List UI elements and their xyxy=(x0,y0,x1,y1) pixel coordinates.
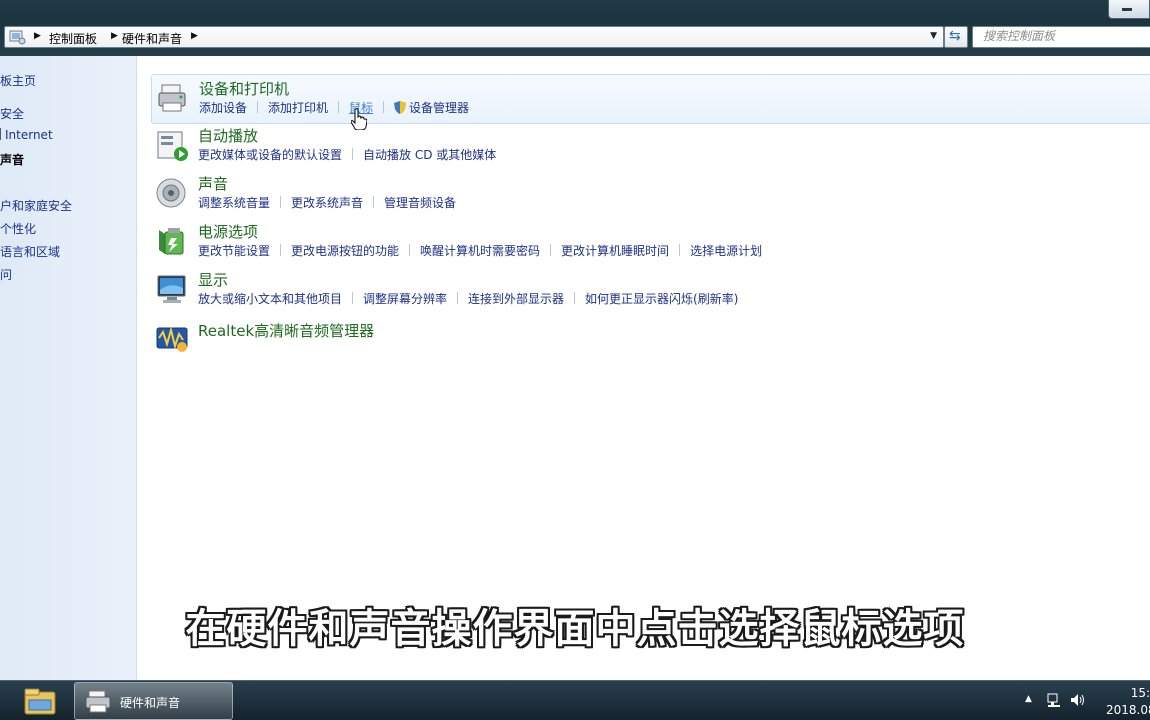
explorer-icon[interactable] xyxy=(20,683,60,719)
category-title-devices-printers[interactable]: 设备和打印机 xyxy=(199,78,289,99)
hand-cursor-icon xyxy=(351,108,367,130)
crumb-arrow-icon[interactable]: ▶ xyxy=(111,31,118,41)
clock-time: 15: xyxy=(1130,686,1150,700)
refresh-icon: ⇆ xyxy=(949,28,961,44)
realtek-audio-icon xyxy=(156,326,188,352)
link-adjust-resolution[interactable]: 调整屏幕分辨率 xyxy=(363,292,447,306)
category-title-display[interactable]: 显示 xyxy=(198,269,228,290)
refresh-button[interactable]: ⇆ xyxy=(944,26,968,48)
category-sound: 声音 调整系统音量 更改系统声音 管理音频设备 xyxy=(151,170,1150,218)
category-display: 显示 放大或缩小文本和其他项目 调整屏幕分辨率 连接到外部显示器 如何更正显示器闪烁(… xyxy=(151,266,1150,314)
link-fix-monitor-flicker[interactable]: 如何更正显示器闪烁(刷新率) xyxy=(585,292,738,306)
window-frame-top: ▶ 控制面板 ▶ 硬件和声音 ▶ ▼ ⇆ xyxy=(0,0,1150,56)
sidebar-item-region[interactable]: 语言和区域 xyxy=(0,243,60,260)
breadcrumb-hardware-sound[interactable]: 硬件和声音 xyxy=(122,30,182,47)
divider xyxy=(550,244,552,256)
divider xyxy=(373,196,375,208)
search-input[interactable] xyxy=(973,27,1143,45)
category-power-options: 电源选项 更改节能设置 更改电源按钮的功能 唤醒计算机时需要密码 更改计算机睡眠时间 选… xyxy=(151,218,1150,266)
taskbar-item-label: 硬件和声音 xyxy=(120,696,181,710)
sidebar-item-personalization[interactable]: 个性化 xyxy=(0,220,36,237)
link-change-sleep-time[interactable]: 更改计算机睡眠时间 xyxy=(561,244,669,258)
video-subtitle: 在硬件和声音操作界面中点击选择鼠标选项 xyxy=(185,606,965,652)
control-panel-icon xyxy=(9,30,26,45)
category-title-sound[interactable]: 声音 xyxy=(198,173,228,194)
divider xyxy=(352,148,354,160)
sidebar-item-internet[interactable]: Internet xyxy=(0,128,53,142)
link-choose-power-plan[interactable]: 选择电源计划 xyxy=(690,244,762,258)
crumb-arrow-icon[interactable]: ▶ xyxy=(34,31,41,41)
link-power-button-function[interactable]: 更改电源按钮的功能 xyxy=(291,244,399,258)
main-content: 设备和打印机 添加设备 添加打印机 鼠标 设备管理器 自动播放 更改媒体或设备的默认设… xyxy=(137,56,1150,680)
divider xyxy=(352,292,354,304)
printer-icon xyxy=(158,84,186,112)
divider xyxy=(280,196,282,208)
category-devices-printers: 设备和打印机 添加设备 添加打印机 鼠标 设备管理器 xyxy=(151,74,1150,124)
sidebar-item-security[interactable]: 安全 xyxy=(0,105,24,122)
sidebar: 板主页 安全 Internet 声音 户和家庭安全 个性化 语言和区域 问 xyxy=(0,56,137,680)
volume-icon[interactable] xyxy=(1070,692,1086,708)
printer-icon xyxy=(85,690,111,713)
category-title-power-options[interactable]: 电源选项 xyxy=(198,221,258,242)
category-title-autoplay[interactable]: 自动播放 xyxy=(198,125,258,146)
address-bar[interactable]: ▶ 控制面板 ▶ 硬件和声音 ▶ ▼ xyxy=(4,26,944,48)
show-hidden-icons-button[interactable]: ▲ xyxy=(1025,694,1032,704)
sidebar-item-home[interactable]: 板主页 xyxy=(0,72,36,89)
network-icon xyxy=(0,128,1,140)
link-power-saving-settings[interactable]: 更改节能设置 xyxy=(198,244,270,258)
autoplay-icon xyxy=(157,131,188,161)
link-zoom-text[interactable]: 放大或缩小文本和其他项目 xyxy=(198,292,342,306)
link-change-system-sounds[interactable]: 更改系统声音 xyxy=(291,196,363,210)
uac-shield-icon xyxy=(394,101,407,114)
taskbar-item-hardware-sound[interactable]: 硬件和声音 xyxy=(74,682,233,720)
sidebar-item-label: Internet xyxy=(5,128,53,142)
monitor-icon xyxy=(157,275,186,303)
sidebar-item-family-safety[interactable]: 户和家庭安全 xyxy=(0,197,72,214)
category-title-realtek-audio[interactable]: Realtek高清晰音频管理器 xyxy=(198,320,374,341)
divider xyxy=(338,101,340,113)
clock-date: 2018.08 xyxy=(1106,703,1150,717)
clock[interactable]: 15: 2018.08 xyxy=(1106,685,1150,719)
link-require-password-on-wake[interactable]: 唤醒计算机时需要密码 xyxy=(420,244,540,258)
divider xyxy=(383,101,385,113)
link-manage-audio-devices[interactable]: 管理音频设备 xyxy=(384,196,456,210)
sidebar-item-sound[interactable]: 声音 xyxy=(0,151,24,168)
search-box[interactable] xyxy=(972,26,1150,48)
link-adjust-volume[interactable]: 调整系统音量 xyxy=(198,196,270,210)
link-device-manager[interactable]: 设备管理器 xyxy=(409,101,469,115)
divider xyxy=(574,292,576,304)
divider xyxy=(280,244,282,256)
crumb-arrow-icon[interactable]: ▶ xyxy=(191,31,198,41)
divider xyxy=(257,101,259,113)
sidebar-item-access[interactable]: 问 xyxy=(0,266,12,283)
taskbar: 硬件和声音 ▲ 15: 2018.08 xyxy=(0,680,1150,720)
link-connect-external-display[interactable]: 连接到外部显示器 xyxy=(468,292,564,306)
category-realtek-audio: Realtek高清晰音频管理器 xyxy=(151,314,1150,362)
divider xyxy=(679,244,681,256)
link-autoplay-cd[interactable]: 自动播放 CD 或其他媒体 xyxy=(363,148,496,162)
battery-icon xyxy=(159,228,184,255)
breadcrumb-control-panel[interactable]: 控制面板 xyxy=(49,30,97,47)
speaker-icon xyxy=(156,178,186,208)
chevron-down-icon[interactable]: ▼ xyxy=(930,31,937,41)
link-add-printer[interactable]: 添加打印机 xyxy=(268,101,328,115)
network-icon[interactable] xyxy=(1046,692,1062,708)
divider xyxy=(457,292,459,304)
divider xyxy=(409,244,411,256)
link-add-device[interactable]: 添加设备 xyxy=(199,101,247,115)
category-autoplay: 自动播放 更改媒体或设备的默认设置 自动播放 CD 或其他媒体 xyxy=(151,122,1150,170)
link-default-media-settings[interactable]: 更改媒体或设备的默认设置 xyxy=(198,148,342,162)
minimize-button[interactable] xyxy=(1108,0,1150,19)
